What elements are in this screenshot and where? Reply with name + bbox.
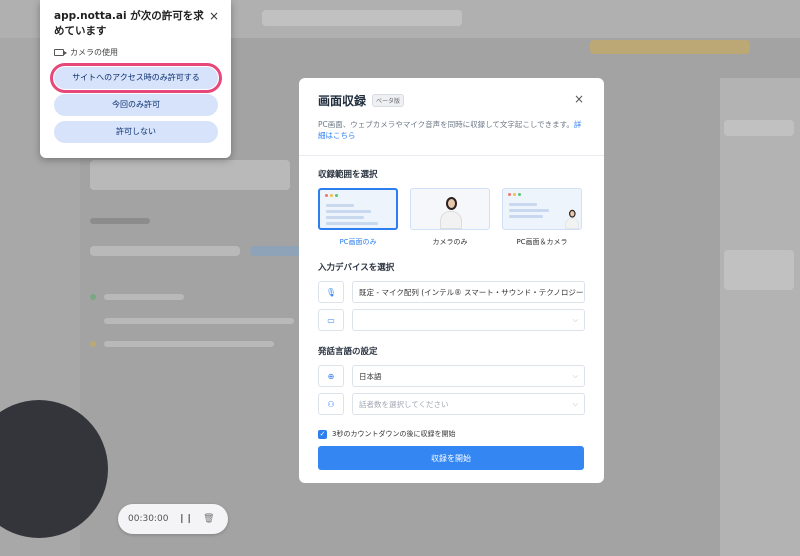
background-row	[104, 341, 274, 347]
camera-select[interactable]: ⌵	[352, 309, 585, 331]
background-banner	[590, 40, 750, 54]
video-camera-icon: ▭	[318, 309, 344, 331]
mode-camera-only[interactable]: カメラのみ	[410, 188, 490, 247]
background-search	[262, 10, 462, 26]
camera-only-thumbnail	[410, 188, 490, 230]
screen-and-camera-thumbnail	[502, 188, 582, 230]
language-row: ⊕ 日本語 ⌵	[318, 365, 585, 387]
permission-popup: app.notta.ai が次の許可を求めています × カメラの使用 サイトへの…	[40, 0, 231, 158]
start-recording-button[interactable]: 収録を開始	[318, 446, 584, 470]
countdown-checkbox[interactable]: ✓	[318, 429, 327, 439]
person-icon: ⚇	[318, 393, 344, 415]
background-row	[90, 246, 240, 256]
camera-row: ▭ ⌵	[318, 309, 585, 331]
countdown-option[interactable]: ✓ 3秒のカウントダウンの後に収録を開始	[318, 429, 585, 439]
background-dot	[90, 294, 96, 300]
description-text: PC画面、ウェブカメラやマイク音声を同時に収録して文字起こしできます。	[318, 120, 574, 129]
microphone-select[interactable]: 既定 - マイク配列 (インテル® スマート・サウンド・テクノロジー) ⌵	[352, 281, 585, 303]
background-panel-box	[724, 120, 794, 136]
divider	[299, 155, 604, 156]
mode-screen-only[interactable]: PC画面のみ	[318, 188, 398, 247]
recording-controls: 00:30:00 ❙❙ 🗑	[118, 504, 228, 534]
dialog-header: 画面収録 ベータ版	[318, 92, 585, 109]
microphone-value: 既定 - マイク配列 (インテル® スマート・サウンド・テクノロジー)	[359, 287, 585, 297]
dialog-title: 画面収録	[318, 94, 367, 108]
background-right-panel	[720, 78, 800, 556]
language-value: 日本語	[359, 371, 382, 381]
speakers-row: ⚇ 話者数を選択してください ⌵	[318, 393, 585, 415]
countdown-label: 3秒のカウントダウンの後に収録を開始	[332, 430, 456, 438]
screen-recording-dialog: 画面収録 ベータ版 × PC画面、ウェブカメラやマイク音声を同時に収録して文字起…	[299, 78, 604, 483]
chevron-down-icon: ⌵	[572, 371, 578, 380]
person-icon	[564, 209, 580, 229]
dialog-description: PC画面、ウェブカメラやマイク音声を同時に収録して文字起こしできます。詳細はこち…	[318, 119, 583, 141]
recording-mode-options: PC画面のみ カメラのみ PC画面＆カメラ	[318, 188, 585, 247]
trash-icon[interactable]: 🗑	[203, 514, 214, 524]
section-recording-range: 収録範囲を選択	[318, 170, 378, 180]
mode-label: PC画面のみ	[339, 238, 377, 246]
permission-close-button[interactable]: ×	[209, 9, 219, 23]
permission-title: app.notta.ai が次の許可を求めています	[54, 10, 204, 37]
screen-only-thumbnail	[318, 188, 398, 230]
background-card	[90, 160, 290, 190]
speakers-select[interactable]: 話者数を選択してください ⌵	[352, 393, 585, 415]
camera-preview-circle	[0, 400, 108, 538]
microphone-row: 🎙 既定 - マイク配列 (インテル® スマート・サウンド・テクノロジー) ⌵	[318, 281, 585, 303]
background-row	[104, 294, 184, 300]
background-dot	[90, 341, 96, 347]
section-language: 発話言語の設定	[318, 347, 378, 357]
allow-this-time-button[interactable]: 今回のみ許可	[54, 94, 218, 116]
section-input-device: 入力デバイスを選択	[318, 263, 395, 273]
background-tag	[250, 246, 300, 256]
chevron-down-icon: ⌵	[572, 399, 578, 408]
person-icon	[438, 195, 464, 229]
deny-button[interactable]: 許可しない	[54, 121, 218, 143]
pause-icon[interactable]: ❙❙	[178, 514, 193, 524]
camera-icon	[54, 49, 67, 56]
camera-permission-label: カメラの使用	[70, 48, 118, 57]
background-panel-box	[724, 250, 794, 290]
background-row	[104, 318, 294, 324]
chevron-down-icon: ⌵	[572, 315, 578, 324]
background-heading	[90, 218, 150, 224]
dialog-close-button[interactable]: ×	[574, 92, 584, 106]
beta-badge: ベータ版	[372, 94, 405, 107]
mode-label: PC画面＆カメラ	[516, 238, 568, 246]
mode-screen-and-camera[interactable]: PC画面＆カメラ	[502, 188, 582, 247]
mode-label: カメラのみ	[432, 238, 468, 246]
recording-timer: 00:30:00	[128, 514, 169, 524]
microphone-icon: 🎙	[318, 281, 344, 303]
globe-icon: ⊕	[318, 365, 344, 387]
allow-on-visit-button[interactable]: サイトへのアクセス時のみ許可する	[50, 63, 222, 93]
speakers-placeholder: 話者数を選択してください	[359, 399, 449, 409]
language-select[interactable]: 日本語 ⌵	[352, 365, 585, 387]
camera-permission-row: カメラの使用	[54, 47, 219, 58]
